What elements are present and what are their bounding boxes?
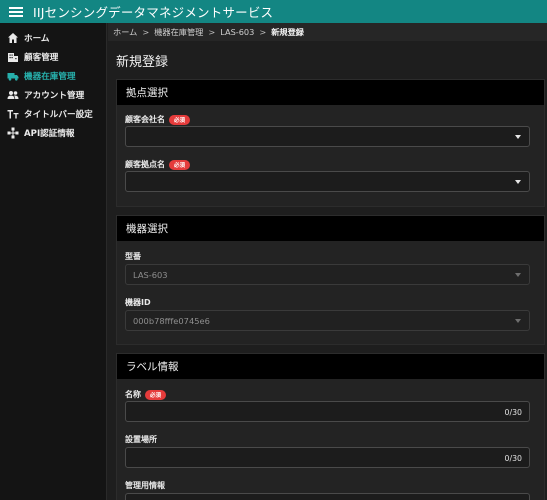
breadcrumb-current: 新規登録 [271, 27, 304, 37]
model-value: LAS-603 [133, 269, 168, 280]
device-id-select[interactable]: 000b78fffe0745e6 [125, 310, 530, 331]
place-input[interactable]: 0/30 [125, 447, 530, 468]
sidebar-item-titlebar[interactable]: タイトルバー設定 [0, 104, 106, 123]
company-label: 顧客会社名 必須 [125, 114, 191, 125]
network-icon [7, 127, 19, 139]
breadcrumb-model[interactable]: LAS-603 [220, 27, 254, 37]
chevron-down-icon [515, 180, 521, 184]
truck-icon [7, 70, 19, 82]
company-label-text: 顧客会社名 [125, 115, 165, 124]
name-label: 名称 必須 [125, 389, 167, 400]
sidebar-item-label: 顧客管理 [24, 52, 59, 63]
breadcrumb-separator: > [259, 27, 267, 37]
sidebar-item-inventory[interactable]: 機器在庫管理 [0, 66, 106, 85]
model-select[interactable]: LAS-603 [125, 264, 530, 285]
place-label: 設置場所 [125, 434, 157, 445]
required-badge: 必須 [145, 389, 167, 400]
site-label: 顧客拠点名 必須 [125, 159, 191, 170]
chevron-down-icon [515, 135, 521, 139]
sidebar-item-label: アカウント管理 [24, 90, 85, 101]
name-input[interactable]: 0/30 [125, 401, 530, 422]
chevron-down-icon [515, 319, 521, 323]
location-card-header: 拠点選択 [117, 80, 544, 105]
mgmt-input[interactable] [125, 493, 530, 500]
mgmt-label: 管理用情報 [125, 480, 165, 491]
place-label-text: 設置場所 [125, 435, 157, 444]
sidebar-item-customers[interactable]: 顧客管理 [0, 47, 106, 66]
breadcrumb-separator: > [142, 27, 150, 37]
name-counter: 0/30 [504, 408, 522, 417]
sidebar-item-accounts[interactable]: アカウント管理 [0, 85, 106, 104]
name-label-text: 名称 [125, 390, 141, 399]
device-card: 機器選択 型番 LAS-603 機器ID 000b78fffe0745e6 [116, 215, 545, 345]
model-label: 型番 [125, 251, 141, 262]
location-card: 拠点選択 顧客会社名 必須 顧客拠点名 必須 [116, 79, 545, 207]
app-bar: IIJセンシングデータマネジメントサービス [0, 0, 547, 23]
mgmt-label-text: 管理用情報 [125, 481, 165, 490]
model-label-text: 型番 [125, 252, 141, 261]
device-id-label-text: 機器ID [125, 298, 151, 307]
sidebar-item-label: タイトルバー設定 [24, 109, 93, 120]
sidebar-item-label: API認証情報 [24, 128, 75, 139]
menu-icon[interactable] [9, 6, 23, 17]
breadcrumb-home[interactable]: ホーム [113, 26, 137, 38]
required-badge: 必須 [169, 159, 191, 170]
app-title: IIJセンシングデータマネジメントサービス [33, 5, 274, 20]
sidebar-item-label: ホーム [24, 33, 50, 44]
breadcrumb: ホーム > 機器在庫管理 > LAS-603 > 新規登録 [108, 23, 547, 41]
chevron-down-icon [515, 273, 521, 277]
breadcrumb-separator: > [208, 27, 216, 37]
sidebar: ホーム 顧客管理 機器在庫管理 アカウント管理 タイトルバー設定 API認証情報 [0, 23, 107, 500]
sidebar-item-label: 機器在庫管理 [24, 71, 76, 82]
home-icon [7, 32, 19, 44]
sidebar-item-home[interactable]: ホーム [0, 28, 106, 47]
label-info-card-header: ラベル情報 [117, 354, 544, 379]
people-icon [7, 89, 19, 101]
breadcrumb-inventory[interactable]: 機器在庫管理 [154, 26, 203, 38]
site-select[interactable] [125, 171, 530, 192]
company-select[interactable] [125, 126, 530, 147]
device-card-header: 機器選択 [117, 216, 544, 241]
building-icon [7, 51, 19, 63]
sidebar-item-api[interactable]: API認証情報 [0, 123, 106, 142]
place-counter: 0/30 [504, 454, 522, 463]
site-label-text: 顧客拠点名 [125, 160, 165, 169]
text-format-icon [7, 108, 19, 120]
label-info-card: ラベル情報 名称 必須 0/30 設置場所 0/30 管理用情報 [116, 353, 545, 500]
main-content: ホーム > 機器在庫管理 > LAS-603 > 新規登録 新規登録 拠点選択 … [108, 23, 547, 500]
required-badge: 必須 [169, 114, 191, 125]
device-id-value: 000b78fffe0745e6 [133, 315, 210, 326]
device-id-label: 機器ID [125, 297, 151, 308]
